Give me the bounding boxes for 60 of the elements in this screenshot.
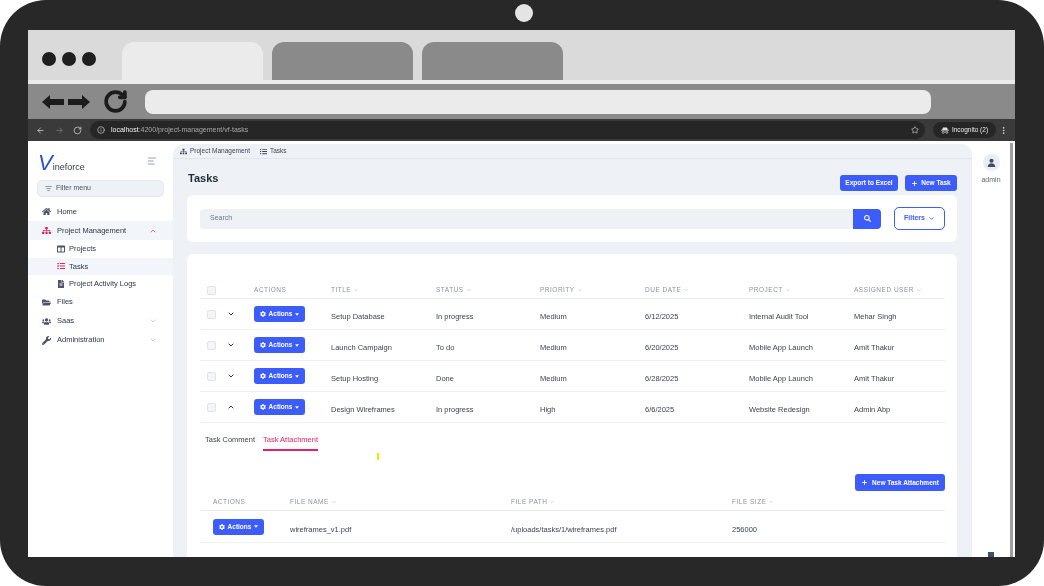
sort-caret-icon xyxy=(683,287,690,293)
page-title: Tasks xyxy=(188,171,219,184)
caret-icon xyxy=(295,343,300,347)
caret-icon xyxy=(295,405,300,409)
address-field[interactable] xyxy=(145,89,931,114)
gear-icon xyxy=(259,342,266,348)
incognito-icon xyxy=(940,126,949,134)
sort-caret-icon xyxy=(353,287,360,293)
chevron-down-icon[interactable] xyxy=(227,341,235,349)
left-arrow-icon[interactable] xyxy=(42,94,64,109)
gear-icon xyxy=(259,404,266,410)
more-menu-icon[interactable] xyxy=(999,125,1008,135)
sort-caret-icon xyxy=(330,499,337,505)
caret-icon xyxy=(254,525,259,528)
sitemap-icon xyxy=(42,226,51,235)
chevron-down-icon[interactable] xyxy=(227,310,235,318)
row-checkbox[interactable] xyxy=(207,309,216,319)
checklist-icon xyxy=(57,262,65,271)
camera-icon xyxy=(515,4,533,22)
columns-icon xyxy=(57,244,65,253)
gear-icon xyxy=(259,373,266,379)
sort-caret-icon xyxy=(768,499,775,505)
caret-icon xyxy=(295,374,300,378)
sort-caret-icon xyxy=(576,287,583,293)
plus-icon xyxy=(911,179,919,187)
gear-icon xyxy=(218,523,225,530)
row-checkbox[interactable] xyxy=(207,402,216,412)
sort-caret-icon xyxy=(784,287,791,293)
users-icon xyxy=(42,316,51,326)
filter-icon xyxy=(45,185,52,192)
caret-icon xyxy=(295,312,300,316)
sort-caret-icon xyxy=(549,499,556,505)
gear-icon xyxy=(259,311,266,317)
chevron-down-icon[interactable] xyxy=(227,372,235,380)
row-checkbox[interactable] xyxy=(207,340,216,350)
info-icon[interactable] xyxy=(97,126,105,134)
right-arrow-icon[interactable] xyxy=(68,94,90,109)
list-icon xyxy=(260,147,267,155)
row-checkbox[interactable] xyxy=(207,371,216,381)
square-icon xyxy=(988,552,994,557)
star-icon[interactable] xyxy=(911,126,919,134)
wrench-icon xyxy=(42,335,51,345)
select-all-checkbox[interactable] xyxy=(207,285,216,295)
folder-icon xyxy=(42,297,51,307)
brand-logo: Vineforce xyxy=(38,152,85,174)
sitemap-icon xyxy=(180,147,187,155)
text-cursor-icon xyxy=(377,453,379,460)
scrollbar-thumb[interactable] xyxy=(1010,143,1013,557)
sort-caret-icon xyxy=(465,287,472,293)
plus-icon xyxy=(861,479,869,486)
sort-caret-icon xyxy=(915,287,922,293)
back-arrow-icon[interactable] xyxy=(36,125,45,135)
home-icon xyxy=(42,207,51,216)
reload-icon[interactable] xyxy=(103,89,128,114)
chevron-down-icon xyxy=(928,215,935,222)
document-icon xyxy=(57,279,65,288)
search-icon xyxy=(863,215,871,222)
search-button[interactable] xyxy=(853,208,881,229)
chevron-up-icon[interactable] xyxy=(227,403,235,411)
user-avatar-icon[interactable] xyxy=(982,154,1000,171)
